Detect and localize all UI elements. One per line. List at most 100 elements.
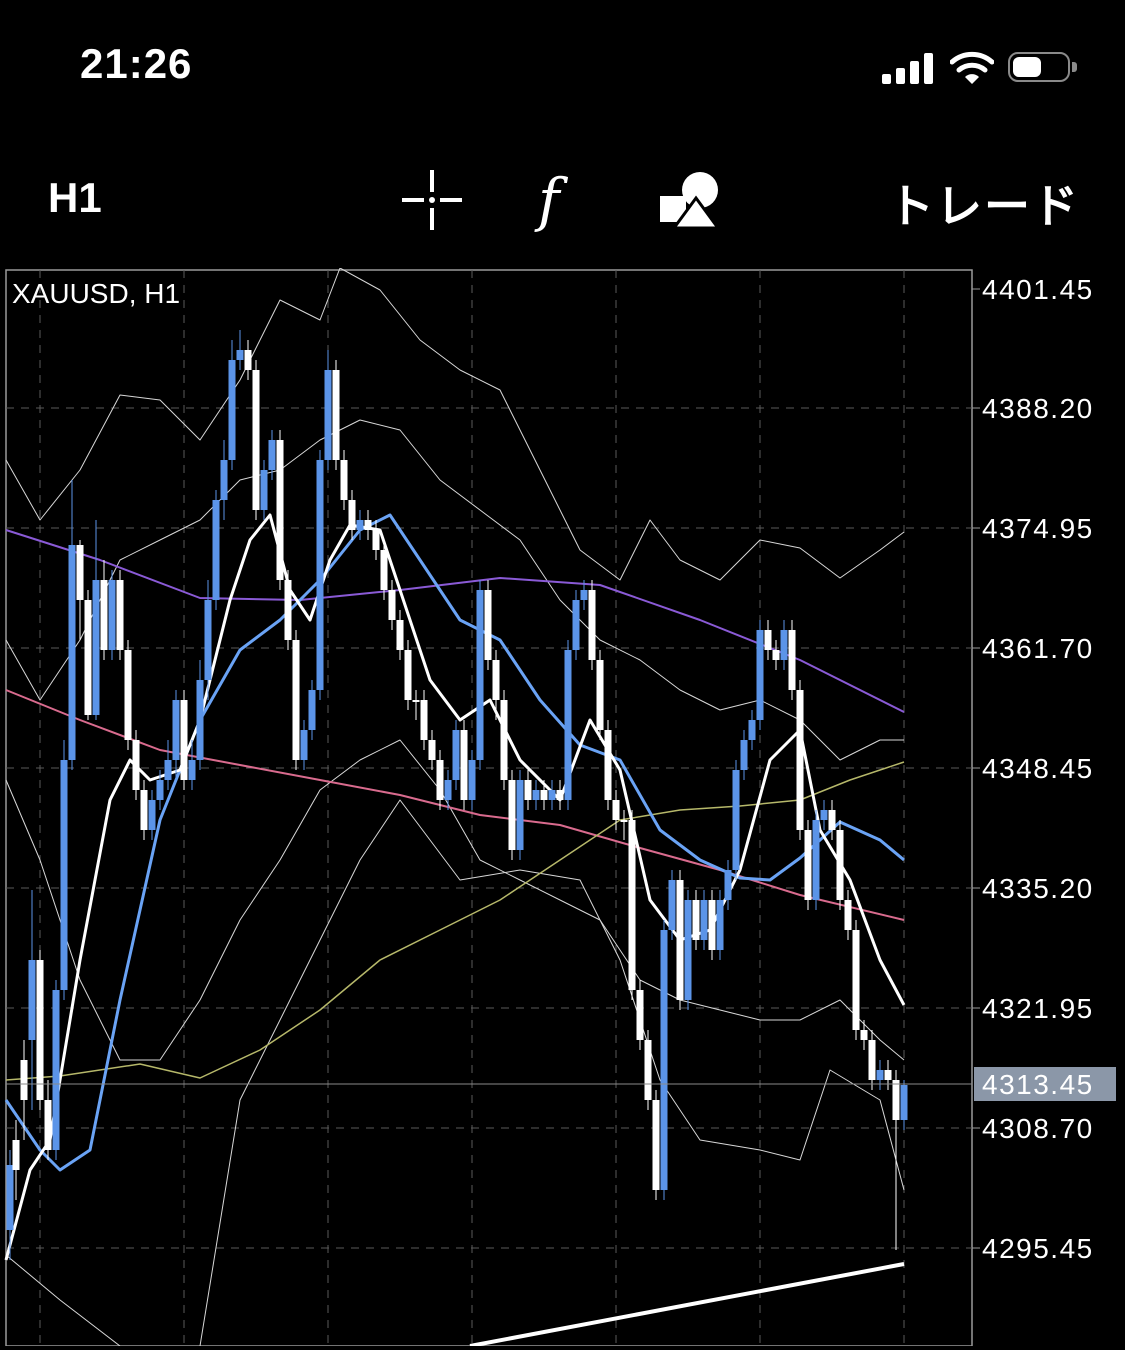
candle-body	[436, 760, 444, 800]
candle-body	[388, 590, 396, 620]
candle-body	[380, 550, 388, 590]
candle-body	[44, 1100, 52, 1150]
upper-band	[5, 267, 905, 581]
mid-band	[5, 419, 904, 761]
ma-purple	[5, 529, 905, 713]
candle-body	[788, 630, 796, 690]
candle-body	[828, 810, 836, 830]
battery-icon	[1008, 52, 1077, 82]
candle-body	[60, 760, 68, 990]
candle-body	[444, 780, 452, 800]
candle-body	[164, 760, 172, 780]
candle-body	[540, 790, 548, 800]
crosshair-icon[interactable]	[400, 168, 464, 232]
candle-body	[124, 650, 132, 740]
candle-body	[100, 580, 108, 650]
candle-body	[660, 930, 668, 1190]
wifi-icon	[950, 51, 994, 84]
candle-body	[572, 600, 580, 650]
scale-label: 4374.95	[982, 513, 1094, 544]
candle-body	[188, 760, 196, 780]
candle-body	[708, 900, 716, 950]
candle-body	[28, 960, 36, 1040]
current-price-value: 4313.45	[982, 1069, 1094, 1100]
candle-body	[604, 730, 612, 800]
candle-body	[532, 790, 540, 800]
candle-body	[140, 790, 148, 830]
candle-body	[372, 530, 380, 550]
candle-body	[316, 460, 324, 690]
scale-label: 4335.20	[982, 873, 1094, 904]
candle-body	[548, 790, 556, 800]
candle-body	[668, 880, 676, 930]
scale-label: 4388.20	[982, 393, 1094, 424]
candle-body	[356, 520, 364, 530]
candle-body	[692, 900, 700, 940]
lower-band-3	[199, 799, 905, 1347]
candle-body	[476, 590, 484, 760]
candle-body	[84, 600, 92, 715]
candle-body	[764, 630, 772, 650]
candle-body	[884, 1070, 892, 1080]
chart-canvas[interactable]: 4401.45 4388.20 4374.95 4361.70 4348.45 4335.…	[0, 267, 1125, 1348]
candle-body	[284, 580, 292, 640]
candle-body	[780, 630, 788, 660]
scale-label: 4295.45	[982, 1233, 1094, 1264]
candle-body	[220, 460, 228, 500]
candle-body	[804, 830, 812, 900]
candle-body	[772, 650, 780, 660]
candle-body	[12, 1140, 20, 1170]
candle-body	[580, 590, 588, 600]
trend-line	[469, 1262, 905, 1348]
price-chart[interactable]: 4401.45 4388.20 4374.95 4361.70 4348.45 4335.…	[0, 267, 1125, 1348]
candle-body	[340, 460, 348, 500]
ma-fast	[4, 513, 906, 1261]
candle-body	[268, 440, 276, 470]
ma-mid	[4, 513, 905, 1172]
candle-body	[292, 640, 300, 760]
candle-body	[876, 1070, 884, 1080]
candle-body	[76, 545, 84, 600]
candle-body	[276, 440, 284, 580]
timeframe-button[interactable]: H1	[48, 174, 102, 222]
candle-body	[236, 350, 244, 360]
candle-body	[724, 870, 732, 900]
candle-body	[524, 780, 532, 800]
candle-body	[132, 740, 140, 790]
candle-body	[700, 900, 708, 940]
candle-body	[716, 900, 724, 950]
candle-body	[652, 1100, 660, 1190]
candle-body	[108, 580, 116, 650]
scale-label: 4308.70	[982, 1113, 1094, 1144]
candle-body	[868, 1040, 876, 1080]
candle-body	[420, 700, 428, 740]
candle-body	[588, 590, 596, 660]
candle-body	[460, 730, 468, 800]
candle-body	[196, 680, 204, 760]
candle-body	[52, 990, 60, 1150]
candle-body	[260, 470, 268, 510]
candle-body	[404, 650, 412, 700]
candle-body	[748, 720, 756, 740]
price-scale: 4401.45 4388.20 4374.95 4361.70 4348.45 4335.…	[972, 274, 1094, 1264]
candle-body	[244, 350, 252, 370]
candle-body	[20, 1060, 28, 1100]
candle-body	[68, 545, 76, 760]
function-icon[interactable]: f	[530, 168, 594, 232]
candle-body	[628, 820, 636, 990]
trade-button[interactable]: トレード	[888, 170, 1080, 236]
candle-body	[676, 880, 684, 1000]
candle-body	[308, 690, 316, 730]
scale-label: 4321.95	[982, 993, 1094, 1024]
cellular-signal-icon	[882, 52, 936, 84]
candle-body	[836, 830, 844, 900]
candle-body	[596, 660, 604, 730]
candle-body	[180, 700, 188, 780]
status-time: 21:26	[80, 40, 193, 87]
candle-body	[796, 690, 804, 830]
candle-body	[324, 370, 332, 460]
candle-body	[820, 810, 828, 820]
candle-body	[300, 730, 308, 760]
candle-body	[156, 780, 164, 800]
shapes-icon[interactable]	[658, 168, 722, 232]
